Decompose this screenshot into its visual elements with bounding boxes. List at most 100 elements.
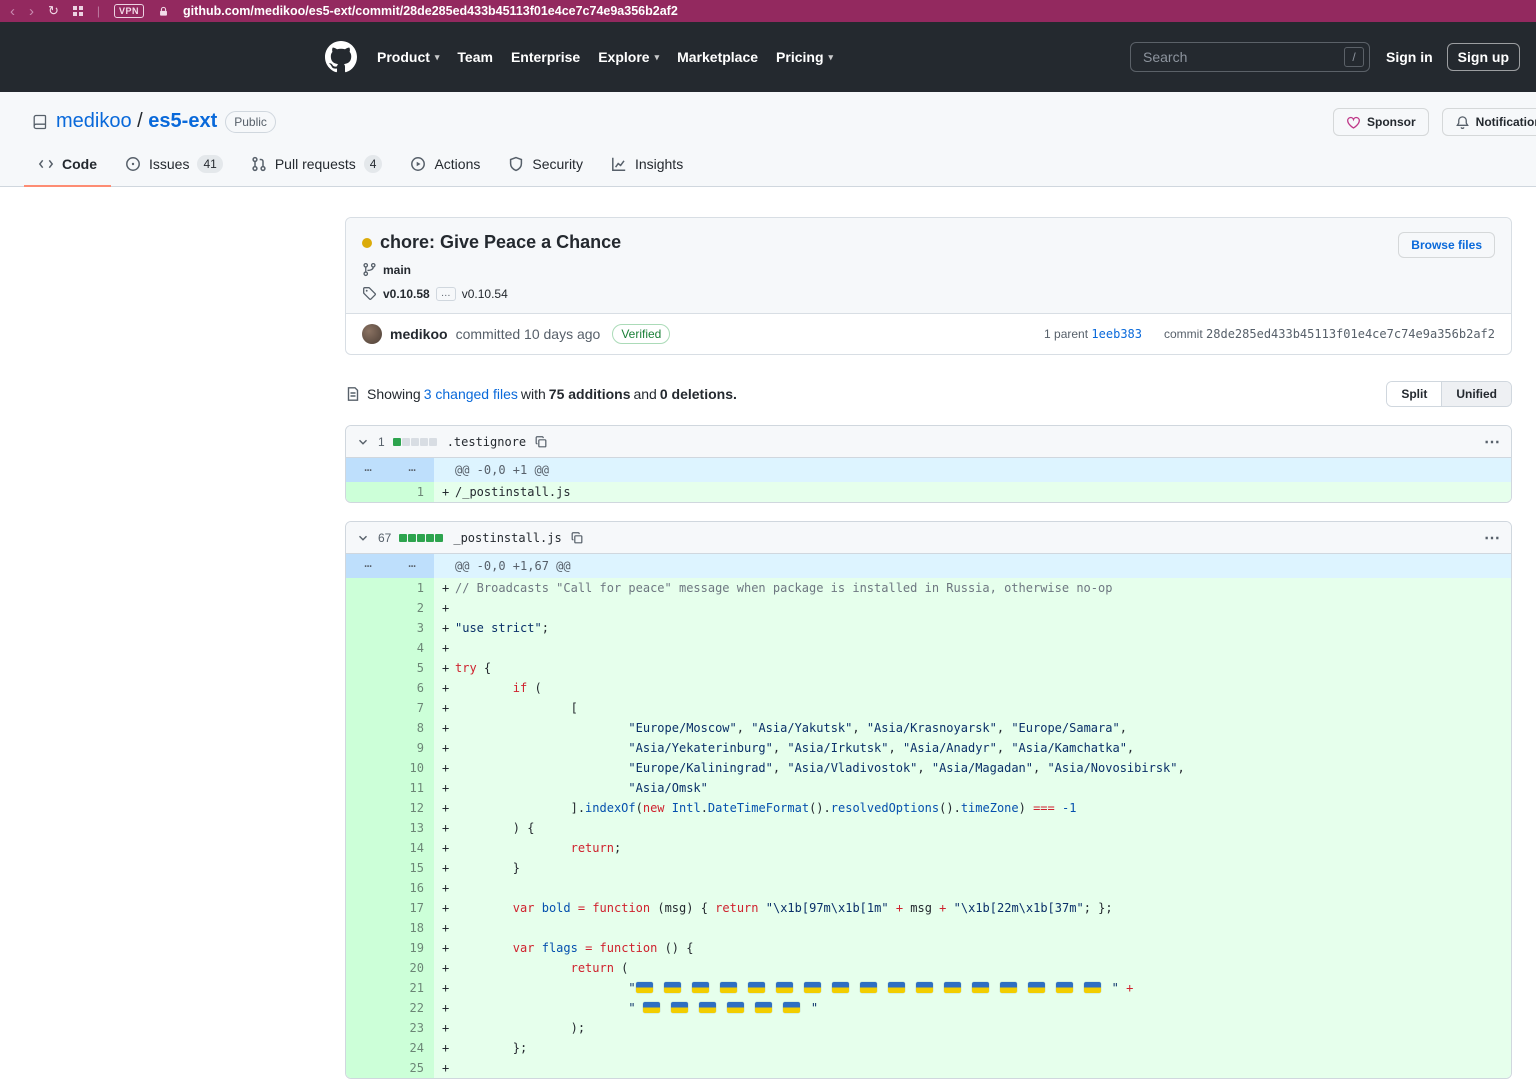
browser-reload-icon[interactable]: ↻	[48, 3, 59, 19]
diffstat-block	[402, 438, 410, 446]
parent-sha-link[interactable]: 1eeb383	[1091, 327, 1142, 341]
new-line-number: 25	[390, 1058, 434, 1078]
ukraine-flag-emoji	[944, 982, 961, 993]
chevron-down-icon[interactable]	[356, 435, 370, 449]
status-dot-icon[interactable]	[362, 238, 372, 248]
diff-added-row: 13+ ) {	[346, 818, 1511, 838]
chevron-down-icon: ▾	[829, 52, 834, 63]
new-line-number: 13	[390, 818, 434, 838]
sponsor-button[interactable]: Sponsor	[1333, 108, 1429, 136]
verified-badge[interactable]: Verified	[612, 324, 670, 344]
tab-overview-icon[interactable]	[73, 6, 83, 16]
addition-marker: +	[442, 1038, 455, 1058]
diff-code-line: + " "	[434, 998, 1511, 1018]
chevron-down-icon[interactable]	[356, 531, 370, 545]
addition-marker: +	[442, 938, 455, 958]
diff-code-line: + );	[434, 1018, 1511, 1038]
addition-marker: +	[442, 858, 455, 878]
url-text[interactable]: github.com/medikoo/es5-ext/commit/28de28…	[183, 4, 678, 18]
nav-item-product[interactable]: Product▾	[377, 49, 439, 65]
old-line-number	[346, 758, 390, 778]
hunk-header-text: @@ -0,0 +1,67 @@	[434, 554, 1511, 578]
commit-box: chore: Give Peace a Chance Browse files …	[345, 217, 1512, 355]
diff-code-line: +try {	[434, 658, 1511, 678]
diff-added-row: 16+	[346, 878, 1511, 898]
diff-table: ⋯⋯@@ -0,0 +1,67 @@1+// Broadcasts "Call …	[346, 554, 1511, 1078]
unified-view-button[interactable]: Unified	[1441, 382, 1511, 406]
browser-url-bar: ‹ › ↻ | VPN github.com/medikoo/es5-ext/c…	[0, 0, 1536, 22]
split-view-button[interactable]: Split	[1387, 382, 1441, 406]
tab-issues[interactable]: Issues 41	[111, 145, 237, 187]
old-line-number	[346, 718, 390, 738]
file-name-link[interactable]: _postinstall.js	[453, 531, 561, 545]
new-line-number: 7	[390, 698, 434, 718]
old-line-number	[346, 878, 390, 898]
heart-icon	[1346, 115, 1361, 130]
diff-added-row: 9+ "Asia/Yekaterinburg", "Asia/Irkutsk",…	[346, 738, 1511, 758]
expand-hunk[interactable]: ⋯	[390, 554, 434, 578]
copy-icon[interactable]	[570, 531, 584, 545]
kebab-icon[interactable]: ⋯	[1484, 432, 1501, 452]
commit-sha-info: commit 28de285ed433b45113f01e4ce7c74e9a3…	[1164, 327, 1495, 341]
old-line-number	[346, 618, 390, 638]
changed-files-link[interactable]: 3 changed files	[424, 386, 518, 402]
diff-added-row: 18+	[346, 918, 1511, 938]
copy-icon[interactable]	[534, 435, 548, 449]
vpn-badge[interactable]: VPN	[114, 4, 144, 18]
tab-actions[interactable]: Actions	[396, 145, 494, 187]
browse-files-button[interactable]: Browse files	[1398, 232, 1495, 258]
new-line-number: 19	[390, 938, 434, 958]
tag-range-expander[interactable]: …	[436, 287, 456, 301]
diff-added-row: 1+// Broadcasts "Call for peace" message…	[346, 578, 1511, 598]
nav-item-marketplace[interactable]: Marketplace	[677, 49, 758, 65]
ukraine-flag-emoji	[972, 982, 989, 993]
nav-item-enterprise[interactable]: Enterprise	[511, 49, 580, 65]
commit-author-link[interactable]: medikoo	[390, 326, 448, 342]
old-line-number	[346, 1018, 390, 1038]
expand-hunk[interactable]: ⋯	[390, 458, 434, 482]
ukraine-flag-emoji	[699, 1002, 716, 1013]
addition-marker: +	[442, 1058, 455, 1078]
diff-code-line: + return (	[434, 958, 1511, 978]
github-logo-icon[interactable]	[325, 41, 357, 73]
expand-hunk[interactable]: ⋯	[346, 458, 390, 482]
branch-link[interactable]: main	[383, 263, 411, 277]
repo-owner-link[interactable]: medikoo	[56, 110, 132, 132]
notifications-button[interactable]: Notification	[1442, 108, 1536, 136]
tab-code[interactable]: Code	[24, 145, 111, 187]
file-diff-postinstall: 67 _postinstall.js ⋯ ⋯⋯@@ -0,0 +1,67 @@1…	[345, 521, 1512, 1079]
browser-back-icon[interactable]: ‹	[10, 4, 15, 19]
file-name-link[interactable]: .testignore	[447, 435, 526, 449]
diff-added-row: 5+try {	[346, 658, 1511, 678]
repo-header: medikoo / es5-ext Public Sponsor	[0, 92, 1536, 187]
nav-item-explore[interactable]: Explore▾	[598, 49, 659, 65]
addition-marker: +	[442, 918, 455, 938]
additions-count: 75 additions	[549, 386, 631, 402]
tab-security[interactable]: Security	[494, 145, 597, 187]
new-line-number: 16	[390, 878, 434, 898]
browser-forward-icon[interactable]: ›	[29, 4, 34, 19]
sign-up-button[interactable]: Sign up	[1447, 43, 1520, 71]
tab-insights[interactable]: Insights	[597, 145, 697, 187]
tab-pull-requests[interactable]: Pull requests 4	[237, 145, 397, 187]
nav-item-team[interactable]: Team	[457, 49, 493, 65]
diff-code-line: +	[434, 638, 1511, 658]
search-input[interactable]	[1130, 42, 1370, 72]
code-icon	[38, 156, 54, 172]
tag-link-last[interactable]: v0.10.54	[462, 287, 508, 301]
sign-in-link[interactable]: Sign in	[1386, 49, 1433, 65]
diff-added-row: 15+ }	[346, 858, 1511, 878]
old-line-number	[346, 978, 390, 998]
diff-added-row: 22+ " "	[346, 998, 1511, 1018]
slash-key-hint: /	[1344, 47, 1364, 67]
avatar[interactable]	[362, 324, 382, 344]
expand-hunk[interactable]: ⋯	[346, 554, 390, 578]
kebab-icon[interactable]: ⋯	[1484, 528, 1501, 548]
tag-link-first[interactable]: v0.10.58	[383, 287, 430, 301]
file-diff-testignore: 1 .testignore ⋯ ⋯⋯@@ -0,0 +1 @@1+/_posti…	[345, 425, 1512, 503]
repo-name-link[interactable]: es5-ext	[148, 110, 217, 132]
diffstat-block	[417, 534, 425, 542]
commit-action-text: committed 10 days ago	[456, 326, 601, 342]
nav-item-pricing[interactable]: Pricing▾	[776, 49, 833, 65]
diff-code-line: + "" +	[434, 978, 1511, 998]
